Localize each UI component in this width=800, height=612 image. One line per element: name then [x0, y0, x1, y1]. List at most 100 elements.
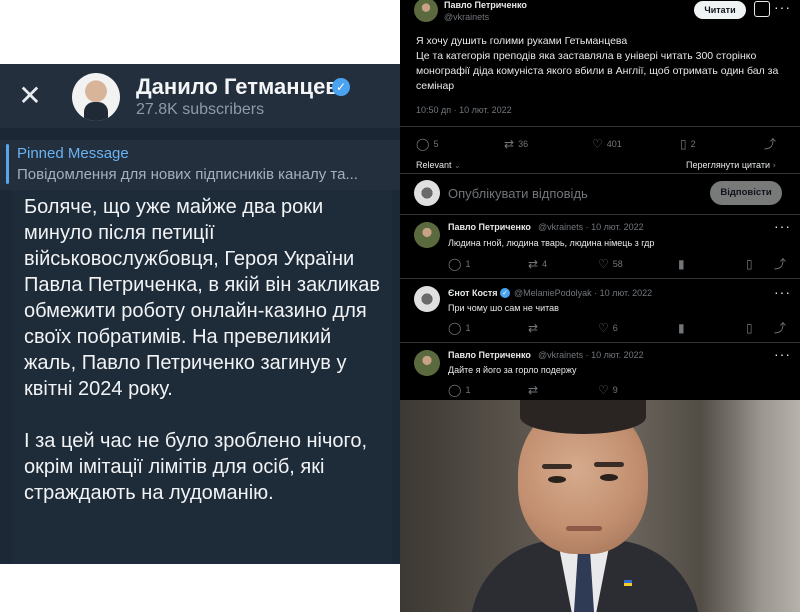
reply-author-name[interactable]: Єнот Костя	[448, 288, 498, 298]
like-count-value: 6	[612, 323, 618, 333]
bookmark-icon: ▯	[680, 137, 687, 151]
repost-count[interactable]: ⇄	[528, 384, 538, 396]
channel-header: ✕ Данило Гетманцев ✓ 27.8K subscribers	[0, 64, 400, 128]
reply-compose-input[interactable]: Опублікувати відповідь	[448, 186, 588, 201]
reply-icon: ◯	[448, 321, 462, 335]
like-count-value: 9	[612, 385, 618, 395]
reply-author-name[interactable]: Павло Петриченко	[448, 350, 531, 360]
like-count-value: 58	[612, 259, 623, 269]
bookmark-count-value: 2	[690, 139, 696, 149]
repost-count[interactable]: ⇄ 4	[528, 258, 547, 270]
like-count-value: 401	[606, 139, 622, 149]
bookmark-button[interactable]: ▯	[746, 258, 753, 270]
like-icon: ♡	[598, 321, 609, 335]
close-icon[interactable]: ✕	[16, 82, 44, 110]
replies-sort-dropdown[interactable]: Relevant ⌄	[416, 160, 461, 172]
reply-author-handle[interactable]: @vkrainets · 10 лют. 2022	[538, 222, 644, 232]
reply-count[interactable]: ◯ 1	[448, 258, 470, 270]
sort-label: Relevant	[416, 160, 452, 170]
author-avatar[interactable]	[414, 0, 438, 22]
telegram-channel-screenshot: ✕ Данило Гетманцев ✓ 27.8K subscribers P…	[0, 64, 400, 564]
repost-icon: ⇄	[504, 137, 515, 151]
reply-count-value: 1	[465, 323, 471, 333]
repost-icon: ⇄	[528, 383, 539, 397]
background-light	[700, 400, 800, 612]
channel-avatar[interactable]	[72, 73, 120, 121]
reply-icon: ◯	[448, 383, 462, 397]
reply-author-handle[interactable]: @MelaniePodolyak · 10 лют. 2022	[514, 288, 652, 298]
share-button[interactable]: ⤴	[774, 258, 786, 270]
share-button[interactable]: ⤴	[764, 138, 776, 150]
reply-author-handle[interactable]: @vkrainets · 10 лют. 2022	[538, 350, 644, 360]
post-text: Я хочу душить голими руками Гетьманцева …	[416, 35, 779, 92]
repost-count[interactable]: ⇄ 36	[504, 138, 528, 150]
reply-count[interactable]: ◯ 1	[448, 384, 470, 396]
author-handle[interactable]: @vkrainets	[444, 12, 489, 22]
portrait-photo	[400, 400, 800, 612]
divider	[400, 173, 800, 174]
reply-text: Дайте я його за горло подержу	[448, 365, 577, 375]
view-quotes-link[interactable]: Переглянути цитати ›	[686, 160, 776, 172]
right-eye	[600, 474, 618, 481]
like-count[interactable]: ♡ 58	[598, 258, 623, 270]
pinned-message-bar[interactable]: Pinned Message Повідомлення для нових пі…	[0, 140, 400, 190]
bookmark-button[interactable]: ▯	[746, 322, 753, 334]
bookmark-count[interactable]: ▯ 2	[680, 138, 696, 150]
reply-author-name[interactable]: Павло Петриченко	[448, 222, 531, 232]
share-icon: ⤴	[764, 137, 777, 151]
author-name[interactable]: Павло Петриченко	[444, 0, 527, 10]
collage: ✕ Данило Гетманцев ✓ 27.8K subscribers P…	[0, 0, 800, 612]
message-paragraph: І за цей час не було зроблено нічого, ок…	[24, 430, 368, 504]
channel-title[interactable]: Данило Гетманцев	[136, 74, 339, 100]
x-post-screenshot: Павло Петриченко @vkrainets Читати ··· Я…	[400, 0, 800, 400]
repost-count-value: 36	[518, 139, 529, 149]
left-eye	[548, 476, 566, 483]
chevron-right-icon: ›	[772, 161, 777, 171]
like-icon: ♡	[592, 137, 603, 151]
subscriber-count: 27.8K subscribers	[136, 101, 265, 118]
mouth	[566, 526, 602, 531]
follow-button[interactable]: Читати	[694, 1, 746, 19]
reply-button[interactable]: Відповісти	[710, 181, 782, 205]
right-eyebrow	[594, 462, 624, 467]
pinned-label: Pinned Message	[17, 145, 129, 162]
reply-author-avatar[interactable]	[414, 222, 440, 248]
views-count[interactable]: ▮	[678, 258, 685, 270]
pinned-indicator	[6, 144, 9, 184]
post-timestamp[interactable]: 10:50 дп · 10 лют. 2022	[416, 105, 512, 115]
reply-author-avatar[interactable]	[414, 350, 440, 376]
verified-badge-icon: ✓	[332, 78, 350, 96]
divider	[400, 278, 800, 279]
hair	[520, 400, 646, 434]
like-count[interactable]: ♡ 6	[598, 322, 618, 334]
divider	[400, 342, 800, 343]
reply-count-value: 5	[433, 139, 439, 149]
repost-icon: ⇄	[528, 321, 539, 335]
views-icon: ▮	[678, 257, 685, 271]
channel-message: Боляче, що уже майже два роки минуло піс…	[24, 194, 384, 532]
more-icon[interactable]: ···	[774, 284, 791, 300]
reply-count-value: 1	[465, 385, 471, 395]
bookmark-icon: ▯	[746, 257, 753, 271]
verified-badge-icon: ✓	[500, 288, 510, 298]
reply-count-value: 1	[465, 259, 471, 269]
reply-text: Людина гной, людина тварь, людина німець…	[448, 238, 655, 248]
pinned-preview: Повідомлення для нових підписників канал…	[17, 166, 358, 183]
views-count[interactable]: ▮	[678, 322, 685, 334]
reply-count[interactable]: ◯ 5	[416, 138, 438, 150]
divider	[400, 214, 800, 215]
left-eyebrow	[542, 464, 572, 469]
more-icon[interactable]: ···	[774, 218, 791, 234]
grok-icon[interactable]	[754, 1, 770, 17]
reply-count[interactable]: ◯ 1	[448, 322, 470, 334]
repost-count[interactable]: ⇄	[528, 322, 538, 334]
reply-author-avatar[interactable]	[414, 286, 440, 312]
reply-icon: ◯	[416, 137, 430, 151]
like-count[interactable]: ♡ 9	[598, 384, 618, 396]
flag-pin-icon	[624, 580, 632, 586]
like-count[interactable]: ♡ 401	[592, 138, 622, 150]
more-icon[interactable]: ···	[774, 0, 791, 15]
share-button[interactable]: ⤴	[774, 322, 786, 334]
chevron-down-icon: ⌄	[454, 161, 461, 170]
more-icon[interactable]: ···	[774, 346, 791, 362]
